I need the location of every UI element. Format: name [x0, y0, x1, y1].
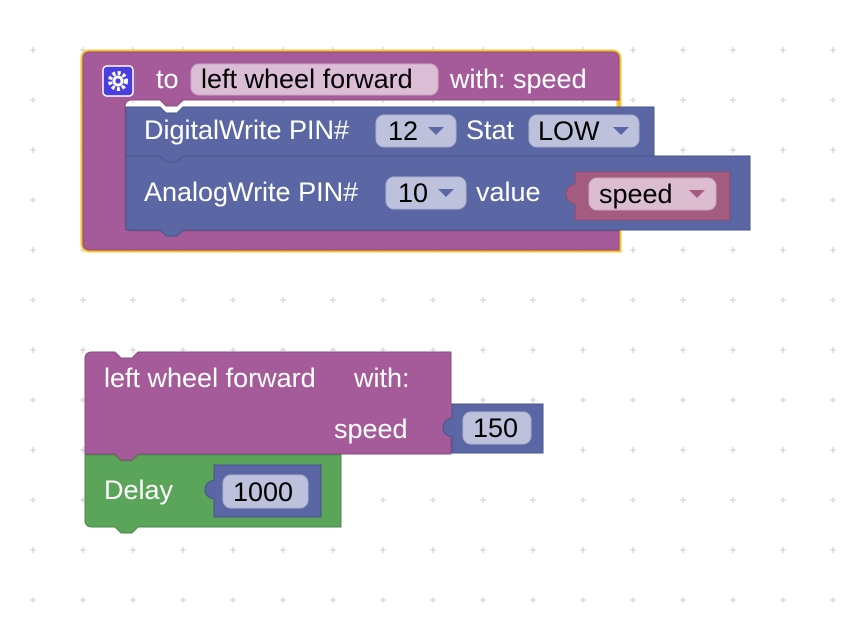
procedure-call-label: left wheel forward: [104, 363, 316, 393]
procedure-definition-block[interactable]: to left wheel forward with: speed Digita…: [80, 49, 751, 253]
delay-number-value: 1000: [233, 477, 293, 507]
blockly-workspace[interactable]: to left wheel forward with: speed Digita…: [0, 0, 858, 622]
analogwrite-pin-dropdown[interactable]: 10: [385, 176, 467, 210]
speed-variable-name: speed: [599, 179, 673, 209]
analogwrite-block[interactable]: AnalogWrite PIN# 10 value speed: [125, 155, 751, 237]
delay-block[interactable]: Delay 1000: [84, 454, 342, 534]
procedure-prefix-label: to: [156, 64, 179, 94]
delay-number-block[interactable]: 1000: [204, 464, 322, 518]
digitalwrite-state-dropdown[interactable]: LOW: [528, 114, 640, 148]
speed-variable-dropdown[interactable]: speed: [588, 177, 717, 211]
procedure-call-with-label: with:: [353, 363, 410, 393]
speed-variable-block[interactable]: speed: [565, 171, 731, 221]
speed-number-block[interactable]: 150: [442, 403, 544, 454]
speed-number-field[interactable]: 150: [462, 411, 532, 445]
analogwrite-pin-value: 10: [398, 178, 428, 208]
digitalwrite-state-label: Stat: [466, 115, 515, 145]
procedure-call-arg-name: speed: [334, 414, 408, 444]
digitalwrite-pin-dropdown[interactable]: 12: [375, 114, 457, 148]
procedure-call-block[interactable]: left wheel forward with: speed 150: [84, 351, 544, 461]
workspace-canvas[interactable]: to left wheel forward with: speed Digita…: [0, 0, 858, 622]
procedure-name-text: left wheel forward: [201, 64, 413, 94]
speed-number-value: 150: [473, 413, 518, 443]
gear-icon[interactable]: [102, 65, 134, 97]
digitalwrite-label: DigitalWrite PIN#: [144, 115, 349, 145]
analogwrite-label: AnalogWrite PIN#: [144, 177, 358, 207]
delay-label: Delay: [104, 475, 174, 505]
delay-number-field[interactable]: 1000: [222, 474, 309, 509]
digitalwrite-state-value: LOW: [538, 116, 600, 146]
analogwrite-value-label: value: [476, 177, 541, 207]
digitalwrite-pin-value: 12: [388, 116, 418, 146]
procedure-params-label: with: speed: [449, 64, 587, 94]
procedure-name-field[interactable]: left wheel forward: [190, 63, 439, 96]
digitalwrite-block[interactable]: DigitalWrite PIN# 12 Stat LOW: [125, 106, 655, 163]
